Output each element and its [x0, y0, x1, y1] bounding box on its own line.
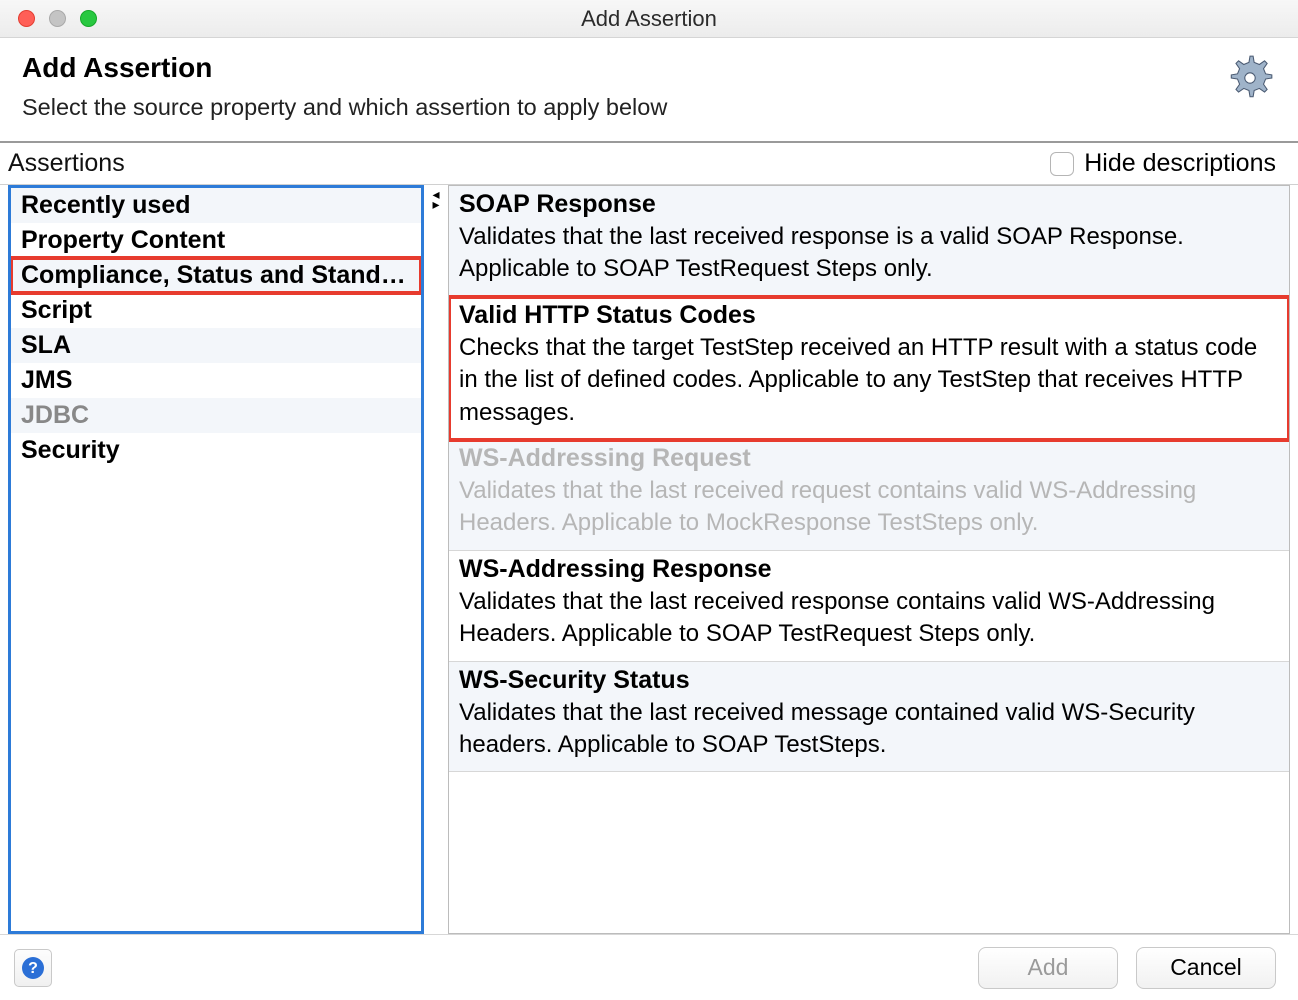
- splitter-handle[interactable]: ◂ ▸: [424, 185, 448, 934]
- close-window-button[interactable]: [18, 10, 35, 27]
- chevron-right-icon: ▸: [432, 199, 439, 209]
- assertion-item[interactable]: SOAP ResponseValidates that the last rec…: [449, 186, 1289, 297]
- assertion-title: WS-Addressing Response: [459, 555, 1279, 584]
- category-item[interactable]: Script: [11, 293, 421, 328]
- assertion-title: WS-Security Status: [459, 666, 1279, 695]
- category-item[interactable]: Compliance, Status and Stand…: [11, 258, 421, 293]
- gear-icon: [1224, 52, 1276, 110]
- assertion-title: WS-Addressing Request: [459, 444, 1279, 473]
- assertion-description: Validates that the last received respons…: [459, 586, 1279, 651]
- category-item[interactable]: Security: [11, 433, 421, 468]
- cancel-button[interactable]: Cancel: [1136, 947, 1276, 989]
- hide-descriptions-toggle[interactable]: Hide descriptions: [1050, 149, 1276, 178]
- assertion-list[interactable]: SOAP ResponseValidates that the last rec…: [448, 185, 1290, 934]
- hide-descriptions-label: Hide descriptions: [1084, 149, 1276, 178]
- assertion-title: Valid HTTP Status Codes: [459, 301, 1279, 330]
- category-item[interactable]: JMS: [11, 363, 421, 398]
- category-item[interactable]: SLA: [11, 328, 421, 363]
- category-item[interactable]: Recently used: [11, 188, 421, 223]
- help-button[interactable]: ?: [14, 949, 52, 987]
- dialog-footer: ? Add Cancel: [0, 934, 1298, 1000]
- content-area: Recently usedProperty ContentCompliance,…: [0, 185, 1298, 934]
- assertion-item[interactable]: WS-Security StatusValidates that the las…: [449, 662, 1289, 773]
- assertion-title: SOAP Response: [459, 190, 1279, 219]
- help-icon: ?: [21, 956, 45, 980]
- assertion-description: Checks that the target TestStep received…: [459, 332, 1279, 429]
- add-button[interactable]: Add: [978, 947, 1118, 989]
- dialog-subtitle: Select the source property and which ass…: [22, 94, 667, 121]
- checkbox-icon: [1050, 152, 1074, 176]
- section-label: Assertions: [8, 149, 125, 178]
- category-list[interactable]: Recently usedProperty ContentCompliance,…: [8, 185, 424, 934]
- window-title: Add Assertion: [0, 6, 1298, 32]
- dialog-title: Add Assertion: [22, 52, 667, 84]
- minimize-window-button[interactable]: [49, 10, 66, 27]
- assertion-description: Validates that the last received respons…: [459, 221, 1279, 286]
- dialog-header: Add Assertion Select the source property…: [0, 38, 1298, 143]
- window-controls: [0, 10, 97, 27]
- maximize-window-button[interactable]: [80, 10, 97, 27]
- titlebar: Add Assertion: [0, 0, 1298, 38]
- category-item[interactable]: JDBC: [11, 398, 421, 433]
- assertion-item[interactable]: Valid HTTP Status CodesChecks that the t…: [449, 297, 1289, 440]
- assertion-description: Validates that the last received request…: [459, 475, 1279, 540]
- category-item[interactable]: Property Content: [11, 223, 421, 258]
- assertion-description: Validates that the last received message…: [459, 697, 1279, 762]
- assertion-item[interactable]: WS-Addressing RequestValidates that the …: [449, 440, 1289, 551]
- svg-text:?: ?: [28, 960, 38, 977]
- toolbar: Assertions Hide descriptions: [0, 143, 1298, 185]
- assertion-item[interactable]: WS-Addressing ResponseValidates that the…: [449, 551, 1289, 662]
